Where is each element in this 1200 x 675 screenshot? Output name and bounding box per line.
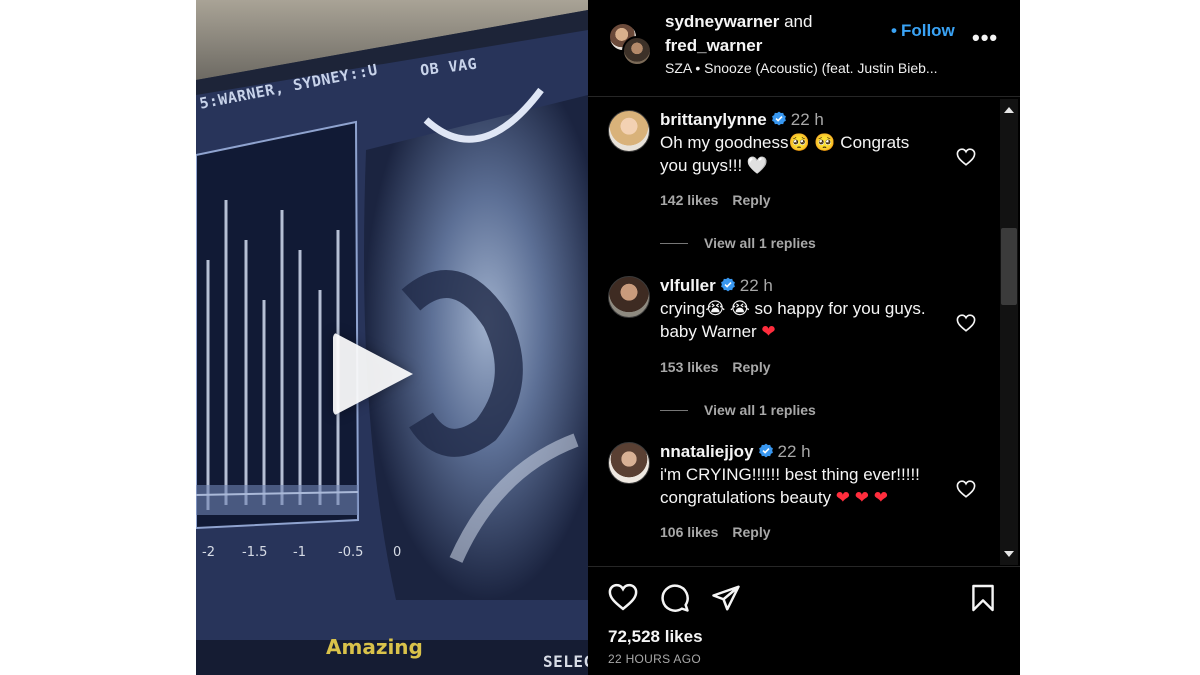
- author-username[interactable]: sydneywarner: [665, 12, 779, 31]
- video-caption: Amazing: [326, 635, 423, 659]
- separator-dot: •: [891, 21, 897, 40]
- avatar: [622, 36, 652, 66]
- view-replies-label: View all 1 replies: [704, 235, 816, 251]
- view-replies-button[interactable]: View all 1 replies: [660, 235, 816, 251]
- collab-avatars[interactable]: [608, 22, 654, 68]
- play-icon[interactable]: [333, 332, 413, 416]
- post-likes-count[interactable]: 72,528 likes: [608, 627, 703, 647]
- like-comment-heart-icon[interactable]: [956, 314, 976, 332]
- avatar[interactable]: [608, 442, 650, 484]
- scroll-up-arrow-icon[interactable]: [1004, 107, 1014, 113]
- comment-meta: 106 likes Reply: [660, 524, 771, 540]
- like-comment-heart-icon[interactable]: [956, 148, 976, 166]
- comment-text: you guys!!! 🤍: [660, 156, 769, 175]
- avatar[interactable]: [608, 110, 650, 152]
- comment-time: 22 h: [777, 442, 811, 461]
- avatar[interactable]: [608, 276, 650, 318]
- red-heart-emoji: ❤ ❤ ❤: [835, 488, 888, 507]
- comment-text: baby Warner: [660, 322, 762, 341]
- view-replies-label: View all 1 replies: [704, 402, 816, 418]
- red-heart-emoji: ❤: [761, 322, 776, 341]
- comment-meta: 142 likes Reply: [660, 192, 771, 208]
- comment-text: i'm CRYING!!!!!! best thing ever!!!!!: [660, 465, 920, 484]
- scrollbar-thumb[interactable]: [1001, 228, 1017, 305]
- and-text: and: [784, 12, 813, 31]
- verified-badge-icon: [758, 443, 773, 458]
- comment-body: nnataliejjoy 22 h i'm CRYING!!!!!! best t…: [660, 440, 960, 509]
- comment-icon[interactable]: [660, 583, 690, 613]
- like-heart-icon[interactable]: [608, 583, 638, 611]
- post-media[interactable]: 5:WARNER, SYDNEY::U OB VAG -2 -1.5 -1 -0…: [196, 0, 588, 675]
- post-header: sydneywarner and fred_warner SZA • Snooz…: [588, 0, 1020, 97]
- more-options-icon[interactable]: •••: [972, 27, 998, 49]
- follow-button[interactable]: • Follow: [891, 21, 955, 41]
- view-replies-button[interactable]: View all 1 replies: [660, 402, 816, 418]
- post-side-panel: sydneywarner and fred_warner SZA • Snooz…: [588, 0, 1020, 675]
- divider-line: [660, 243, 688, 244]
- verified-badge-icon: [771, 111, 786, 126]
- comment-meta: 153 likes Reply: [660, 359, 771, 375]
- axis-tick: -1: [293, 545, 306, 560]
- reply-button[interactable]: Reply: [732, 524, 770, 540]
- comment-username[interactable]: brittanylynne: [660, 110, 767, 129]
- axis-tick: -1.5: [242, 545, 268, 560]
- comment-username[interactable]: nnataliejjoy: [660, 442, 754, 461]
- comments-scrollbar[interactable]: [1000, 99, 1018, 565]
- comment-body: vlfuller 22 h crying😭 😭 so happy for you …: [660, 274, 960, 343]
- comment-text: crying😭 😭 so happy for you guys.: [660, 299, 926, 318]
- screen-corner-text: SELEC: [543, 652, 588, 671]
- comment-text: Oh my goodness🥺 🥺 Congrats: [660, 133, 910, 152]
- comment-likes[interactable]: 106 likes: [660, 524, 718, 540]
- post-timestamp: 22 HOURS AGO: [608, 652, 701, 666]
- divider-line: [660, 410, 688, 411]
- verified-badge-icon: [720, 277, 735, 292]
- comment-likes[interactable]: 142 likes: [660, 192, 718, 208]
- axis-tick: 0: [393, 545, 402, 560]
- comments-list[interactable]: brittanylynne 22 h Oh my goodness🥺 🥺 Cong…: [588, 98, 1000, 565]
- comment-text: congratulations beauty: [660, 488, 836, 507]
- comment-body: brittanylynne 22 h Oh my goodness🥺 🥺 Cong…: [660, 108, 960, 177]
- comment-username[interactable]: vlfuller: [660, 276, 716, 295]
- reply-button[interactable]: Reply: [732, 359, 770, 375]
- author-username[interactable]: fred_warner: [665, 36, 762, 55]
- reply-button[interactable]: Reply: [732, 192, 770, 208]
- comment-time: 22 h: [790, 110, 824, 129]
- save-bookmark-icon[interactable]: [971, 583, 995, 613]
- axis-tick: -2: [202, 545, 215, 560]
- post-authors: sydneywarner and fred_warner: [665, 10, 812, 58]
- share-icon[interactable]: [711, 583, 741, 613]
- scroll-down-arrow-icon[interactable]: [1004, 551, 1014, 557]
- audio-track[interactable]: SZA • Snooze (Acoustic) (feat. Justin Bi…: [665, 60, 938, 76]
- comment-likes[interactable]: 153 likes: [660, 359, 718, 375]
- comment-time: 22 h: [739, 276, 773, 295]
- post-actions: 72,528 likes 22 HOURS AGO: [588, 566, 1020, 675]
- like-comment-heart-icon[interactable]: [956, 480, 976, 498]
- follow-label: Follow: [900, 21, 955, 40]
- axis-tick: -0.5: [338, 545, 364, 560]
